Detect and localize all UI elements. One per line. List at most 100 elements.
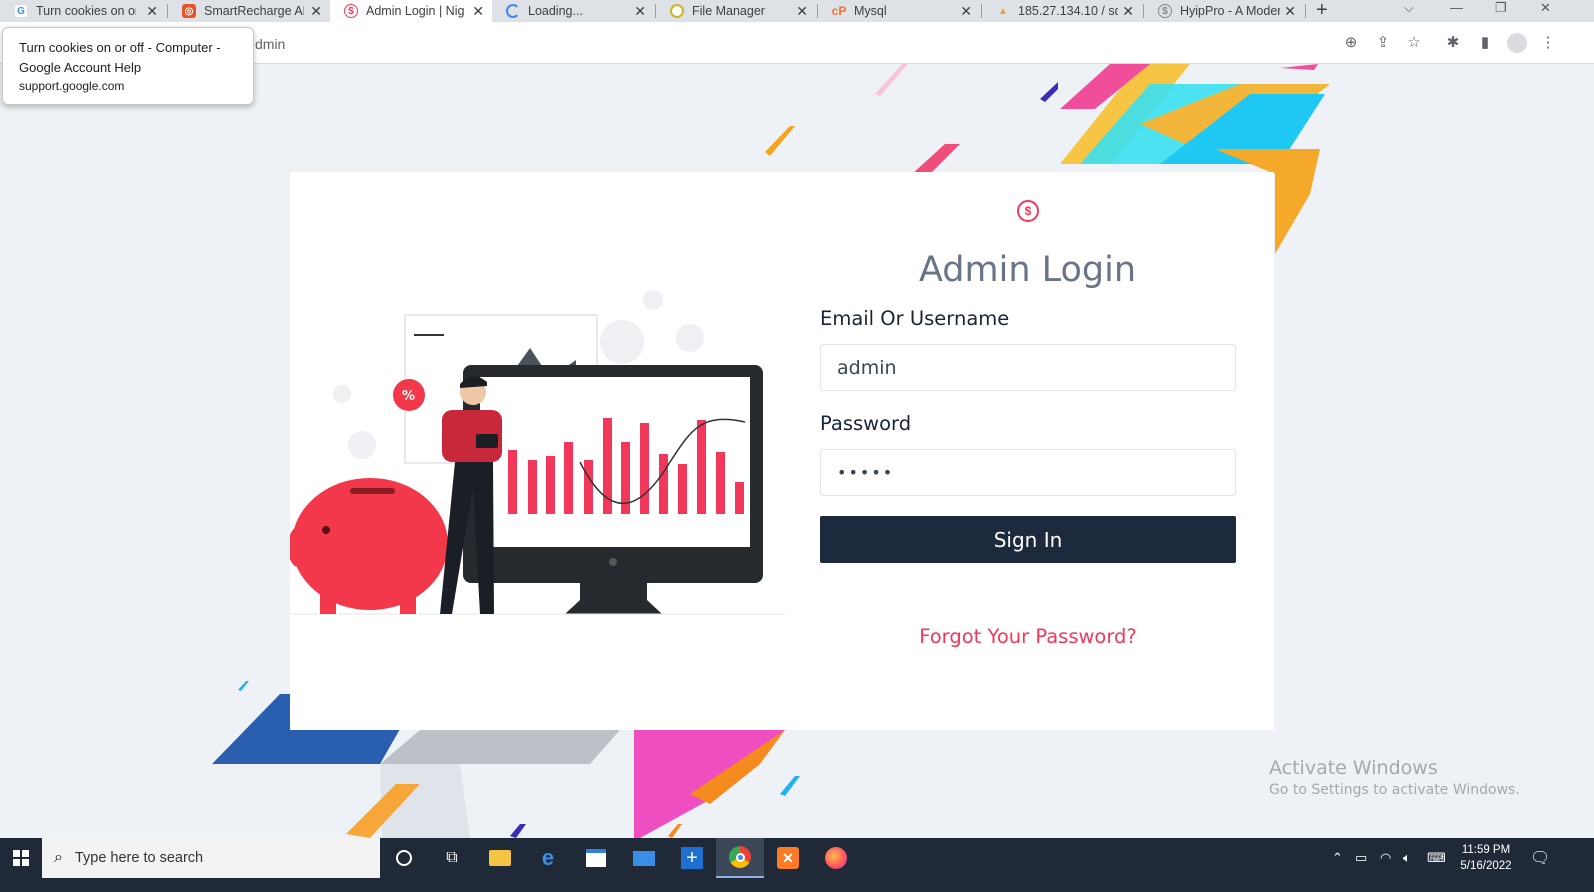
close-icon[interactable]: ✕ <box>472 3 484 20</box>
tab-mysql[interactable]: cP Mysql ✕ <box>818 0 980 22</box>
bar <box>546 456 555 514</box>
piggy-leg <box>400 592 416 614</box>
coin-icon <box>333 385 351 403</box>
store-icon[interactable] <box>572 838 620 878</box>
tab-hyippro[interactable]: $ HyipPro - A Moder ✕ <box>1144 0 1304 22</box>
deco-shape <box>780 776 800 796</box>
deco-shape <box>380 730 620 764</box>
close-icon[interactable]: ✕ <box>310 3 322 20</box>
person-tablet <box>476 434 498 448</box>
menu-kebab-icon[interactable]: ⋮ <box>1540 35 1556 51</box>
deco-shape <box>510 824 526 838</box>
filemanager-icon <box>670 4 684 18</box>
sidepanel-icon[interactable]: ▮ <box>1477 35 1493 51</box>
username-label: Email Or Username <box>820 307 1010 330</box>
battery-icon[interactable]: ▭ <box>1355 838 1367 878</box>
watermark-title: Activate Windows <box>1269 757 1438 779</box>
taskbar-search-placeholder: Type here to search <box>74 850 204 866</box>
bar <box>697 420 706 514</box>
show-hidden-icons-icon[interactable]: ⌃ <box>1332 838 1343 878</box>
monitor-button <box>609 558 617 566</box>
tab-google-help[interactable]: G Turn cookies on or off ✕ <box>0 0 166 22</box>
search-icon: ⌕ <box>54 849 63 866</box>
tab-loading[interactable]: Loading... ✕ <box>492 0 654 22</box>
new-tab-button[interactable]: + <box>1316 0 1328 20</box>
wifi-icon[interactable]: ◠ <box>1380 838 1391 878</box>
password-input[interactable]: ••••• <box>820 449 1236 496</box>
tab-admin-login[interactable]: $ Admin Login | Nig ✕ <box>330 0 492 22</box>
file-explorer-icon[interactable] <box>476 838 524 878</box>
tab-separator <box>1305 4 1306 18</box>
tab-strip: G Turn cookies on or off ✕ ◎ SmartRechar… <box>0 0 1594 22</box>
bar <box>508 450 517 514</box>
sign-in-button[interactable]: Sign In <box>820 516 1236 563</box>
deco-shape <box>238 681 249 691</box>
restore-icon[interactable]: ❐ <box>1495 0 1507 16</box>
bar <box>735 482 744 514</box>
windows-taskbar: ⌕ Type here to search ⧉ e + ✕ ⌃ ▭ ◠ 🔈︎ ⌨… <box>0 838 1594 878</box>
close-icon[interactable]: ✕ <box>634 3 646 20</box>
window-close-icon[interactable]: ✕ <box>1540 0 1551 16</box>
close-icon[interactable]: ✕ <box>146 3 158 20</box>
volume-icon[interactable]: 🔈︎ <box>1403 838 1411 878</box>
username-input[interactable]: admin <box>820 344 1236 391</box>
cortana-icon[interactable] <box>380 838 428 878</box>
monitor-screen <box>480 377 750 547</box>
phpmyadmin-icon: ▲ <box>998 5 1008 17</box>
taskbar-search-box[interactable]: ⌕ Type here to search <box>42 838 380 878</box>
close-icon[interactable]: ✕ <box>960 3 972 20</box>
xampp-icon[interactable]: ✕ <box>764 838 812 878</box>
tooltip-url: support.google.com <box>19 79 125 93</box>
tooltip-title: Turn cookies on or off - Computer - Goog… <box>19 40 221 75</box>
tab-title: Admin Login | Nig <box>366 4 465 18</box>
tab-file-manager[interactable]: File Manager ✕ <box>656 0 816 22</box>
close-icon[interactable]: ✕ <box>1284 3 1296 20</box>
close-icon[interactable]: ✕ <box>796 3 808 20</box>
share-icon[interactable]: ⇪ <box>1375 35 1391 51</box>
coin-icon <box>600 320 644 364</box>
chrome-icon[interactable] <box>716 838 764 878</box>
bar <box>678 464 687 514</box>
deco-shape <box>875 64 908 96</box>
tab-title: Loading... <box>528 4 583 18</box>
deco-shape <box>668 824 682 838</box>
forgot-password-link[interactable]: Forgot Your Password? <box>820 625 1236 648</box>
mail-icon[interactable] <box>620 838 668 878</box>
notifications-icon[interactable]: 🗨︎ <box>1530 838 1550 878</box>
watermark-subtitle: Go to Settings to activate Windows. <box>1269 782 1520 798</box>
deco-shape <box>912 144 960 174</box>
bookmark-star-icon[interactable]: ☆ <box>1406 35 1422 51</box>
tab-phpmyadmin[interactable]: ▲ 185.27.134.10 / sql ✕ <box>982 0 1142 22</box>
piggy-eye <box>322 526 330 534</box>
firefox-icon[interactable] <box>812 838 860 878</box>
tab-smartrecharge[interactable]: ◎ SmartRecharge API ✕ <box>168 0 330 22</box>
cpanel-icon: cP <box>831 4 847 18</box>
tab-search-icon[interactable]: ⌵ <box>1404 0 1414 16</box>
extensions-icon[interactable]: ✱ <box>1445 35 1461 51</box>
minimize-icon[interactable]: — <box>1450 0 1463 15</box>
activate-windows-watermark: Activate Windows Go to Settings to activ… <box>1269 757 1520 798</box>
clock-time: 11:59 PM <box>1461 844 1511 856</box>
tab-title: SmartRecharge API <box>204 4 304 18</box>
hyip-icon: $ <box>344 4 358 18</box>
profile-avatar-icon[interactable] <box>1507 33 1527 53</box>
tab-title: 185.27.134.10 / sql <box>1018 4 1118 18</box>
tab-title: File Manager <box>692 4 765 18</box>
close-icon[interactable]: ✕ <box>1122 3 1134 20</box>
clock-date: 5/16/2022 <box>1460 860 1512 872</box>
piggy-bank <box>292 478 448 610</box>
edge-icon[interactable]: e <box>524 838 572 878</box>
page-title: Admin Login <box>918 250 1137 290</box>
calculator-plus-icon[interactable]: + <box>668 838 716 878</box>
monitor-stand <box>565 583 662 614</box>
coin-icon <box>676 324 704 352</box>
address-bar[interactable]: dmin <box>255 36 285 52</box>
zoom-icon[interactable]: ⊕ <box>1343 35 1359 51</box>
taskbar-clock[interactable]: 11:59 PM 5/16/2022 <box>1452 842 1520 874</box>
hyippro-icon: $ <box>1158 4 1172 18</box>
start-button[interactable] <box>0 838 42 878</box>
taskbar-bottom-strip <box>0 878 1594 892</box>
percent-icon: % <box>402 389 415 404</box>
keyboard-icon[interactable]: ⌨ <box>1427 838 1446 878</box>
task-view-icon[interactable]: ⧉ <box>428 838 476 878</box>
